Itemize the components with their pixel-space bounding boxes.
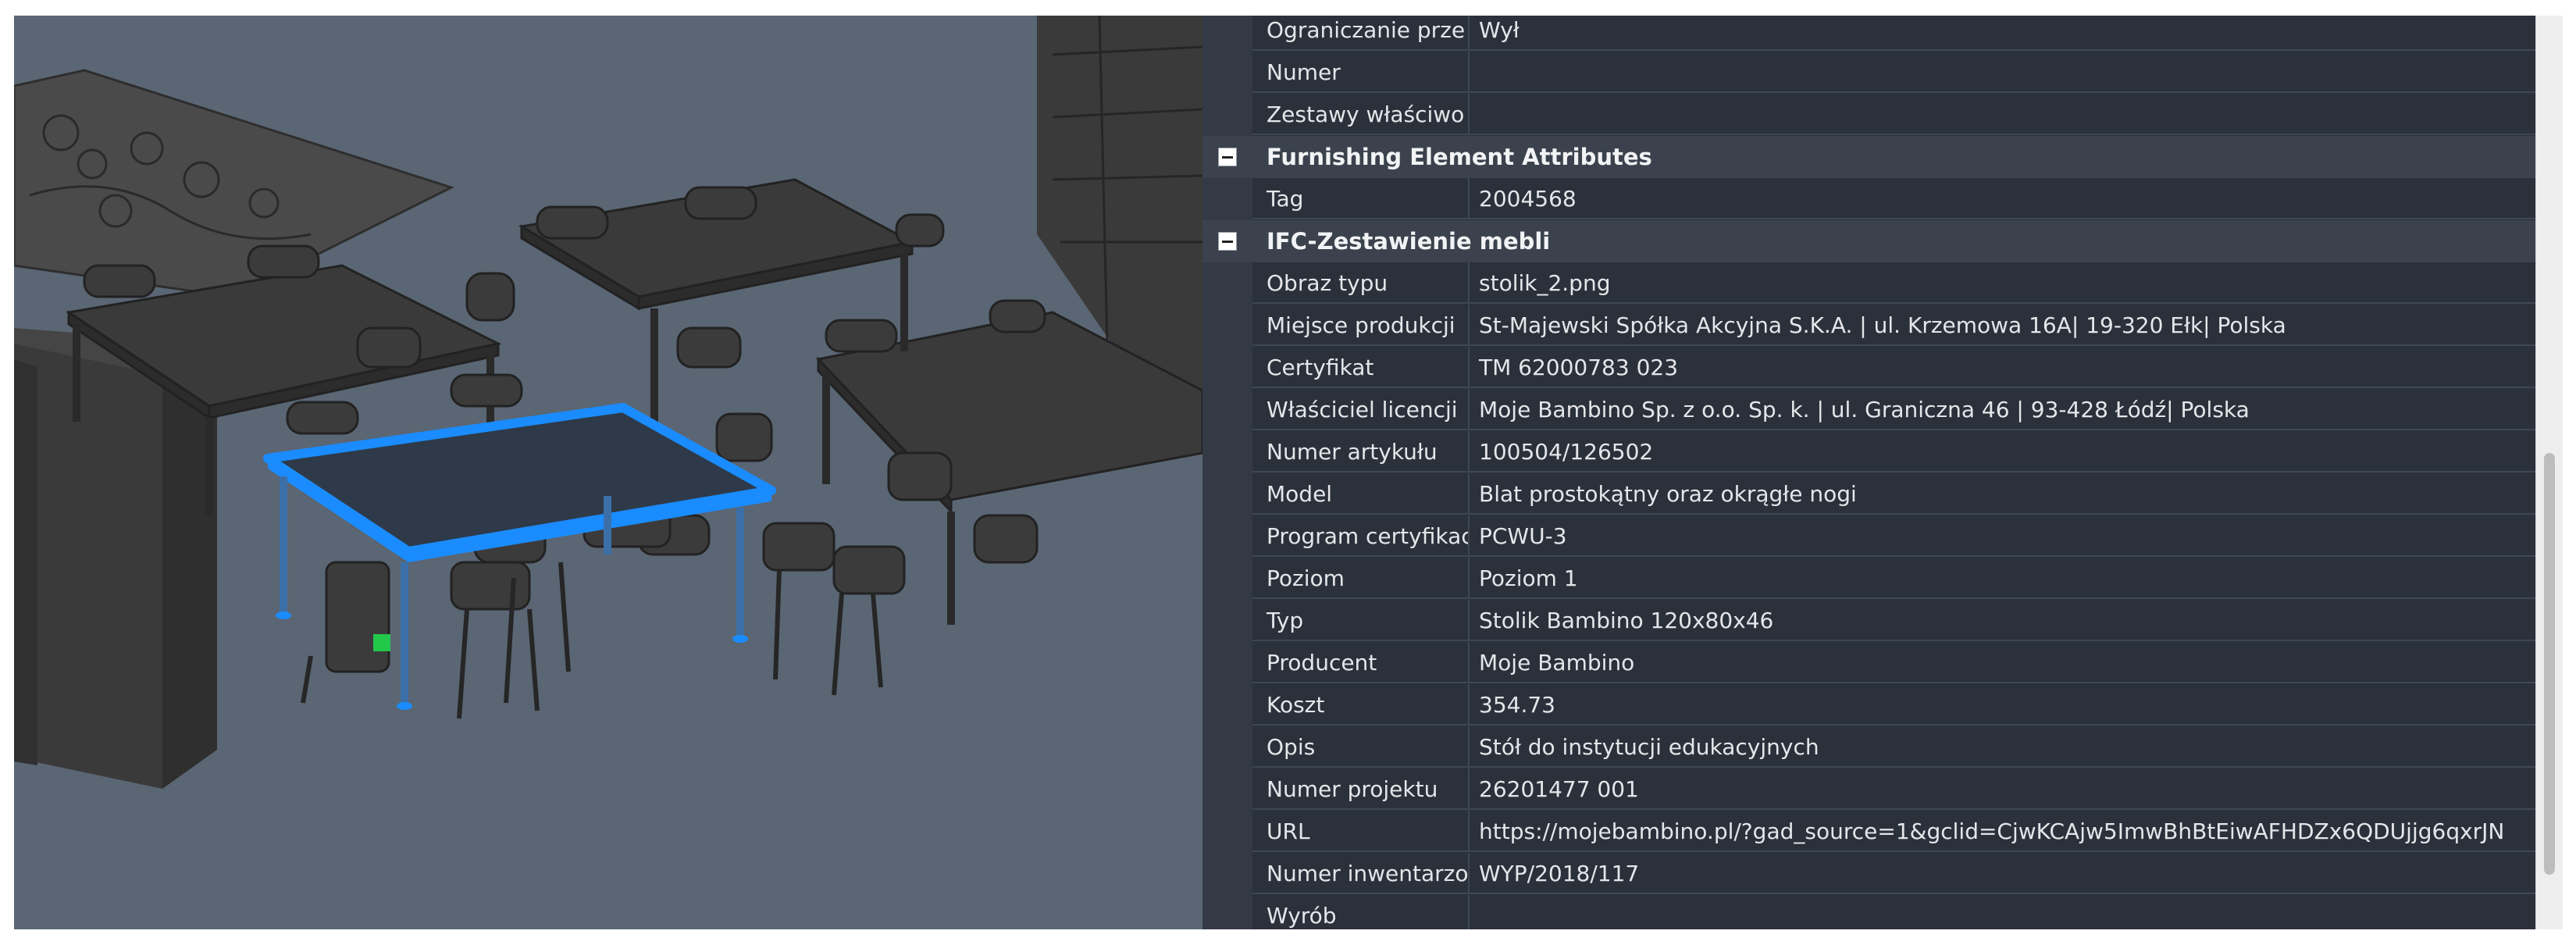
property-name: Certyfikat [1252, 347, 1470, 388]
property-name: Numer artykułu [1252, 431, 1470, 472]
row-gutter [1202, 347, 1252, 389]
property-value[interactable] [1470, 52, 2563, 93]
property-name: Zestawy właściwo [1252, 94, 1470, 135]
group-title: IFC-Zestawienie mebli [1267, 228, 1551, 255]
property-name: Koszt [1252, 684, 1470, 726]
property-row[interactable]: Program certyfikac PCWU-3 [1202, 515, 2563, 558]
property-name: Numer inwentarzo [1252, 853, 1470, 894]
property-value[interactable]: St-Majewski Spółka Akcyjna S.K.A. | ul. … [1470, 305, 2563, 346]
property-row[interactable]: Miejsce produkcji St-Majewski Spółka Akcy… [1202, 305, 2563, 347]
property-row[interactable]: Tag 2004568 [1202, 178, 2563, 220]
property-value[interactable]: WYP/2018/117 [1470, 853, 2563, 894]
3d-viewport[interactable] [14, 16, 1202, 929]
property-name: Obraz typu [1252, 262, 1470, 304]
row-gutter [1202, 558, 1252, 600]
row-gutter [1202, 726, 1252, 768]
property-name: URL [1252, 811, 1470, 852]
property-value[interactable]: 2004568 [1470, 178, 2563, 219]
application-window: Ograniczanie prze Wył Numer Zestawy właściw… [14, 16, 2563, 929]
row-gutter [1202, 642, 1252, 684]
property-name: Producent [1252, 642, 1470, 683]
row-gutter [1202, 895, 1252, 929]
row-gutter [1202, 811, 1252, 853]
row-gutter [1202, 431, 1252, 473]
property-row[interactable]: Numer projektu 26201477 001 [1202, 768, 2563, 811]
property-value[interactable]: Poziom 1 [1470, 558, 2563, 599]
properties-panel: Ograniczanie prze Wył Numer Zestawy właściw… [1202, 16, 2563, 929]
insertion-grip [373, 634, 390, 651]
row-gutter [1202, 16, 1252, 52]
property-name: Opis [1252, 726, 1470, 768]
group-header-furnishing[interactable]: Furnishing Element Attributes [1202, 136, 2563, 178]
property-row[interactable]: Numer artykułu 100504/126502 [1202, 431, 2563, 473]
property-row[interactable]: Model Blat prostokątny oraz okrągłe nogi [1202, 473, 2563, 515]
property-name: Numer [1252, 52, 1470, 93]
property-name: Wyrób [1252, 895, 1470, 929]
property-value[interactable]: 26201477 001 [1470, 768, 2563, 810]
property-name: Model [1252, 473, 1470, 515]
property-name: Właściciel licencji [1252, 389, 1470, 430]
property-row[interactable]: Właściciel licencji Moje Bambino Sp. z o.… [1202, 389, 2563, 431]
property-row[interactable]: Numer [1202, 52, 2563, 94]
property-name: Program certyfikac [1252, 515, 1470, 557]
row-gutter [1202, 178, 1252, 220]
property-value[interactable]: 100504/126502 [1470, 431, 2563, 472]
property-value[interactable] [1470, 94, 2563, 135]
property-row[interactable]: Opis Stół do instytucji edukacyjnych [1202, 726, 2563, 768]
property-row[interactable]: URL https://mojebambino.pl/?gad_source=1&… [1202, 811, 2563, 853]
property-value[interactable]: PCWU-3 [1470, 515, 2563, 557]
scrollbar-thumb[interactable] [2544, 453, 2555, 875]
property-value[interactable]: Stolik Bambino 120x80x46 [1470, 600, 2563, 641]
property-value[interactable]: Moje Bambino Sp. z o.o. Sp. k. | ul. Gra… [1470, 389, 2563, 430]
property-value[interactable]: https://mojebambino.pl/?gad_source=1&gcl… [1470, 811, 2563, 852]
group-header-ifc[interactable]: IFC-Zestawienie mebli [1202, 220, 2563, 262]
property-row[interactable]: Typ Stolik Bambino 120x80x46 [1202, 600, 2563, 642]
property-row[interactable]: Producent Moje Bambino [1202, 642, 2563, 684]
row-gutter [1202, 220, 1252, 262]
property-value[interactable] [1470, 895, 2563, 929]
property-name: Tag [1252, 178, 1470, 219]
row-gutter [1202, 94, 1252, 136]
property-value[interactable]: TM 62000783 023 [1470, 347, 2563, 388]
collapse-toggle-icon[interactable] [1218, 148, 1237, 166]
property-name: Poziom [1252, 558, 1470, 599]
row-gutter [1202, 305, 1252, 347]
property-row[interactable]: Koszt 354.73 [1202, 684, 2563, 726]
property-name: Numer projektu [1252, 768, 1470, 810]
property-row[interactable]: Obraz typu stolik_2.png [1202, 262, 2563, 305]
property-row[interactable]: Poziom Poziom 1 [1202, 558, 2563, 600]
property-row[interactable]: Certyfikat TM 62000783 023 [1202, 347, 2563, 389]
property-value[interactable]: stolik_2.png [1470, 262, 2563, 304]
property-row[interactable]: Zestawy właściwo [1202, 94, 2563, 136]
row-gutter [1202, 52, 1252, 94]
row-gutter [1202, 600, 1252, 642]
group-title: Furnishing Element Attributes [1267, 144, 1652, 170]
row-gutter [1202, 768, 1252, 811]
property-value[interactable]: Moje Bambino [1470, 642, 2563, 683]
property-value[interactable]: Stół do instytucji edukacyjnych [1470, 726, 2563, 768]
row-gutter [1202, 853, 1252, 895]
property-name: Ograniczanie prze [1252, 16, 1470, 51]
row-gutter [1202, 684, 1252, 726]
property-row[interactable]: Ograniczanie prze Wył [1202, 16, 2563, 52]
row-gutter [1202, 515, 1252, 558]
property-value[interactable]: Wył [1470, 16, 2563, 51]
property-value[interactable]: Blat prostokątny oraz okrągłe nogi [1470, 473, 2563, 515]
property-name: Typ [1252, 600, 1470, 641]
property-name: Miejsce produkcji [1252, 305, 1470, 346]
row-gutter [1202, 136, 1252, 178]
collapse-toggle-icon[interactable] [1218, 232, 1237, 251]
row-gutter [1202, 262, 1252, 305]
property-value[interactable]: 354.73 [1470, 684, 2563, 726]
row-gutter [1202, 389, 1252, 431]
property-row[interactable]: Numer inwentarzo WYP/2018/117 [1202, 853, 2563, 895]
property-row[interactable]: Wyrób [1202, 895, 2563, 929]
row-gutter [1202, 473, 1252, 515]
properties-scrollbar[interactable] [2535, 16, 2563, 929]
